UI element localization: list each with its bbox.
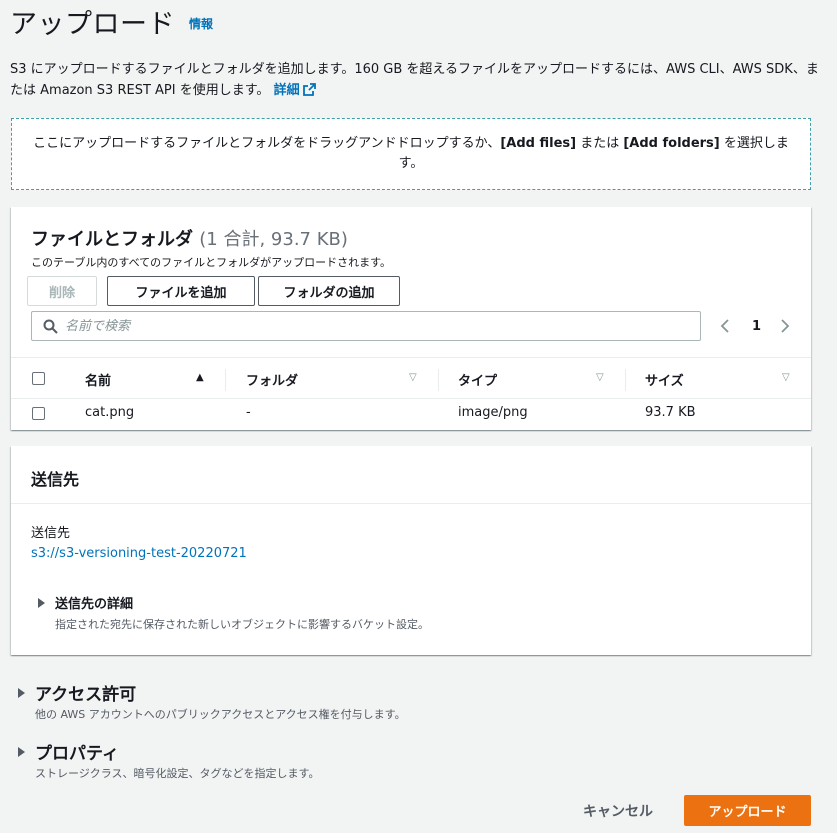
column-header-type[interactable]: タイプ (458, 370, 497, 389)
sort-icon[interactable]: ▽ (409, 372, 417, 383)
properties-subtitle: ストレージクラス、暗号化設定、タグなどを指定します。 (35, 767, 320, 780)
caret-right-icon (38, 597, 45, 608)
external-link-icon (302, 83, 316, 96)
add-folder-button[interactable]: フォルダの追加 (258, 276, 400, 306)
destination-path-link[interactable]: s3://s3-versioning-test-20220721 (31, 546, 247, 561)
upload-button[interactable]: アップロード (684, 795, 811, 826)
files-folders-panel: ファイルとフォルダ (1 合計, 93.7 KB) このテーブル内のすべてのファ… (11, 207, 811, 430)
column-divider (438, 369, 439, 391)
add-files-button[interactable]: ファイルを追加 (107, 276, 255, 306)
dropzone-text: ここにアップロードするファイルとフォルダをドラッグアンドドロップするか、[Add… (33, 136, 789, 171)
page-description: S3 にアップロードするファイルとフォルダを追加します。160 GB を超えるフ… (10, 59, 820, 101)
destination-details-expander[interactable]: 送信先の詳細 (38, 593, 133, 612)
info-link[interactable]: 情報 (189, 15, 213, 32)
destination-panel: 送信先 送信先 s3://s3-versioning-test-20220721… (11, 446, 811, 655)
column-header-size[interactable]: サイズ (645, 370, 684, 389)
search-box[interactable] (31, 311, 701, 341)
destination-details-subtitle: 指定された宛先に保存された新しいオブジェクトに影響するバケット設定。 (55, 618, 429, 631)
properties-expander[interactable]: プロパティ (18, 739, 119, 764)
cell-folder: - (246, 405, 251, 420)
files-panel-title: ファイルとフォルダ (1 合計, 93.7 KB) (31, 229, 348, 250)
table-row: cat.png - image/png 93.7 KB (11, 399, 811, 429)
search-input[interactable] (65, 317, 685, 335)
search-icon (43, 319, 58, 334)
sort-icon[interactable]: ▽ (782, 372, 790, 383)
select-all-checkbox[interactable] (32, 372, 45, 385)
cell-name: cat.png (85, 405, 135, 420)
caret-right-icon (18, 746, 25, 757)
table-header: 名前 ▲ フォルダ ▽ タイプ ▽ サイズ ▽ (11, 357, 811, 399)
caret-right-icon (18, 687, 25, 698)
permissions-expander[interactable]: アクセス許可 (18, 680, 136, 705)
permissions-subtitle: 他の AWS アカウントへのパブリックアクセスとアクセス権を付与します。 (35, 708, 406, 721)
column-divider (625, 369, 626, 391)
properties-title: プロパティ (35, 744, 119, 764)
description-text: S3 にアップロードするファイルとフォルダを追加します。160 GB を超えるフ… (10, 62, 819, 98)
sort-ascending-icon[interactable]: ▲ (196, 372, 204, 383)
add-files-hint: [Add files] (500, 136, 577, 151)
permissions-title: アクセス許可 (35, 685, 137, 705)
cancel-button[interactable]: キャンセル (568, 797, 668, 825)
column-header-name[interactable]: 名前 (85, 370, 111, 389)
page-number[interactable]: 1 (752, 319, 761, 334)
chevron-left-icon[interactable] (719, 319, 731, 333)
cell-size: 93.7 KB (645, 405, 696, 420)
files-panel-subtitle: このテーブル内のすべてのファイルとフォルダがアップロードされます。 (31, 256, 392, 269)
destination-label: 送信先 (31, 526, 71, 541)
destination-header: 送信先 (11, 446, 811, 504)
column-header-folder[interactable]: フォルダ (246, 370, 298, 389)
page-title: アップロード (10, 9, 175, 40)
destination-details-title: 送信先の詳細 (55, 597, 134, 612)
cell-type: image/png (458, 405, 528, 420)
learn-more-link[interactable]: 詳細 (274, 83, 316, 98)
destination-title: 送信先 (31, 470, 80, 489)
row-checkbox[interactable] (32, 407, 45, 420)
files-count: (1 合計, 93.7 KB) (199, 229, 348, 250)
add-folders-hint: [Add folders] (623, 136, 720, 151)
file-dropzone[interactable]: ここにアップロードするファイルとフォルダをドラッグアンドドロップするか、[Add… (11, 118, 811, 190)
chevron-right-icon[interactable] (779, 319, 791, 333)
delete-button[interactable]: 削除 (27, 276, 97, 306)
column-divider (225, 369, 226, 391)
sort-icon[interactable]: ▽ (596, 372, 604, 383)
